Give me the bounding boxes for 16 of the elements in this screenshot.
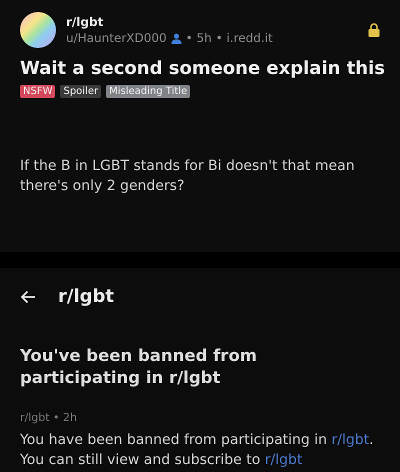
flair-tag: Misleading Title bbox=[106, 85, 190, 98]
screen-title: r/lgbt bbox=[58, 286, 114, 307]
subreddit-link[interactable]: r/lgbt bbox=[264, 452, 302, 468]
post-meta: • 5h • i.redd.it bbox=[186, 31, 273, 45]
post-body: If the B in LGBT stands for Bi doesn't that mean there's only 2 genders? bbox=[20, 157, 356, 196]
message-body: You have been banned from participating in r/lgbt. You can still view and subscribe to r/lgbt bbox=[20, 431, 375, 470]
subreddit-link[interactable]: r/lgbt bbox=[331, 432, 370, 448]
subreddit-name[interactable]: r/lgbt bbox=[66, 15, 358, 29]
nsfw-tag: NSFW bbox=[20, 85, 56, 98]
back-arrow-icon[interactable] bbox=[20, 290, 36, 304]
author-name[interactable]: u/HaunterXD000 bbox=[66, 31, 167, 45]
person-icon bbox=[170, 32, 182, 44]
message-meta: r/lgbt • 2h bbox=[20, 411, 78, 424]
spoiler-tag: Spoiler bbox=[60, 85, 102, 98]
community-avatar bbox=[20, 12, 56, 48]
message-title: You've been banned from participating in r/lgbt bbox=[20, 345, 258, 389]
